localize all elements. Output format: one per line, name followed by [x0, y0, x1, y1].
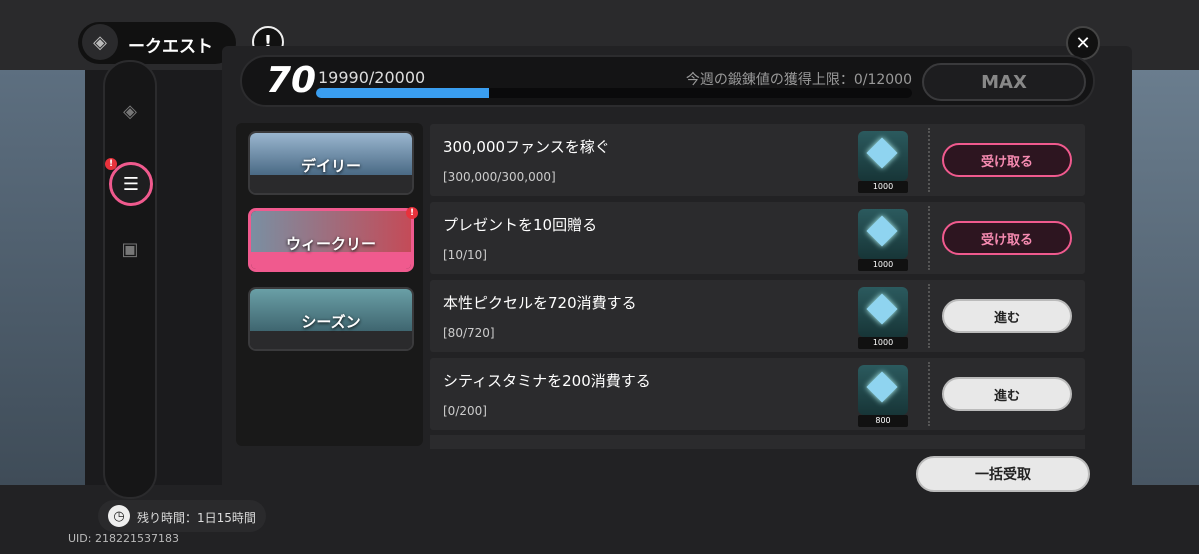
card-nav-icon[interactable]: ▣	[115, 234, 145, 264]
divider	[928, 284, 930, 348]
gem-reward-icon	[858, 131, 908, 181]
claim-button[interactable]: 受け取る	[942, 143, 1072, 177]
quest-row: 300,000ファンスを稼ぐ [300,000/300,000] 1000 受け…	[430, 124, 1085, 196]
level-progress-text: 19990/20000	[318, 68, 426, 87]
level-progress-fill	[316, 88, 489, 98]
tab-weekly-label: ウィークリー	[285, 235, 376, 253]
quest-title: 300,000ファンスを稼ぐ	[443, 138, 610, 156]
quest-progress: [10/10]	[443, 248, 487, 262]
quest-row: シティスタミナを200消費する [0/200] 800 進む	[430, 358, 1085, 430]
level-number: 70	[266, 60, 317, 101]
tab-season[interactable]: シーズン	[248, 287, 414, 351]
uid-label: UID: 218221537183	[68, 532, 179, 545]
reward-count: 800	[858, 415, 908, 427]
quest-row: プレゼントを10回贈る [10/10] 1000 受け取る	[430, 202, 1085, 274]
max-button[interactable]: MAX	[922, 63, 1086, 101]
quest-title: 本性ピクセルを720消費する	[443, 294, 637, 312]
claim-button[interactable]: 受け取る	[942, 221, 1072, 255]
quest-title: シティスタミナを200消費する	[443, 372, 651, 390]
quest-row: 本性ピクセルを720消費する [80/720] 1000 進む	[430, 280, 1085, 352]
clock-icon: ◷	[108, 505, 130, 527]
gem-reward-icon	[858, 209, 908, 259]
side-rail: ◈ ! ☰ ▣	[103, 60, 157, 499]
app-logo-icon: ◈	[82, 24, 118, 60]
go-button[interactable]: 進む	[942, 299, 1072, 333]
divider	[928, 128, 930, 192]
season-footer	[250, 331, 412, 349]
tab-weekly[interactable]: ウィークリー	[248, 208, 414, 272]
divider	[928, 206, 930, 270]
bulk-claim-button[interactable]: 一括受取	[916, 456, 1090, 492]
reward-count: 1000	[858, 337, 908, 349]
quest-progress: [300,000/300,000]	[443, 170, 556, 184]
background-left	[0, 70, 85, 485]
background-right	[1130, 70, 1199, 485]
daily-footer	[250, 175, 412, 193]
weekly-alert-badge: !	[406, 207, 418, 219]
tab-daily-label: デイリー	[300, 157, 361, 175]
tab-season-label: シーズン	[301, 313, 361, 331]
level-progress-track	[316, 88, 912, 98]
reward-count: 1000	[858, 181, 908, 193]
quest-list-icon[interactable]: ☰	[109, 162, 153, 206]
reward-count: 1000	[858, 259, 908, 271]
gem-reward-icon	[858, 287, 908, 337]
go-button[interactable]: 進む	[942, 377, 1072, 411]
tab-daily[interactable]: デイリー	[248, 131, 414, 195]
quest-progress: [0/200]	[443, 404, 487, 418]
weekly-limit-text: 今週の鍛錬値の獲得上限：0/12000	[685, 72, 912, 88]
logo-nav-icon[interactable]: ◈	[115, 96, 145, 126]
quest-title: プレゼントを10回贈る	[443, 216, 598, 234]
quest-row-partial	[430, 435, 1085, 449]
quest-progress: [80/720]	[443, 326, 495, 340]
weekly-footer	[251, 251, 411, 269]
divider	[928, 362, 930, 426]
page-title: ークエスト	[128, 37, 213, 57]
remaining-time: 残り時間：1日15時間	[137, 511, 256, 525]
gem-reward-icon	[858, 365, 908, 415]
